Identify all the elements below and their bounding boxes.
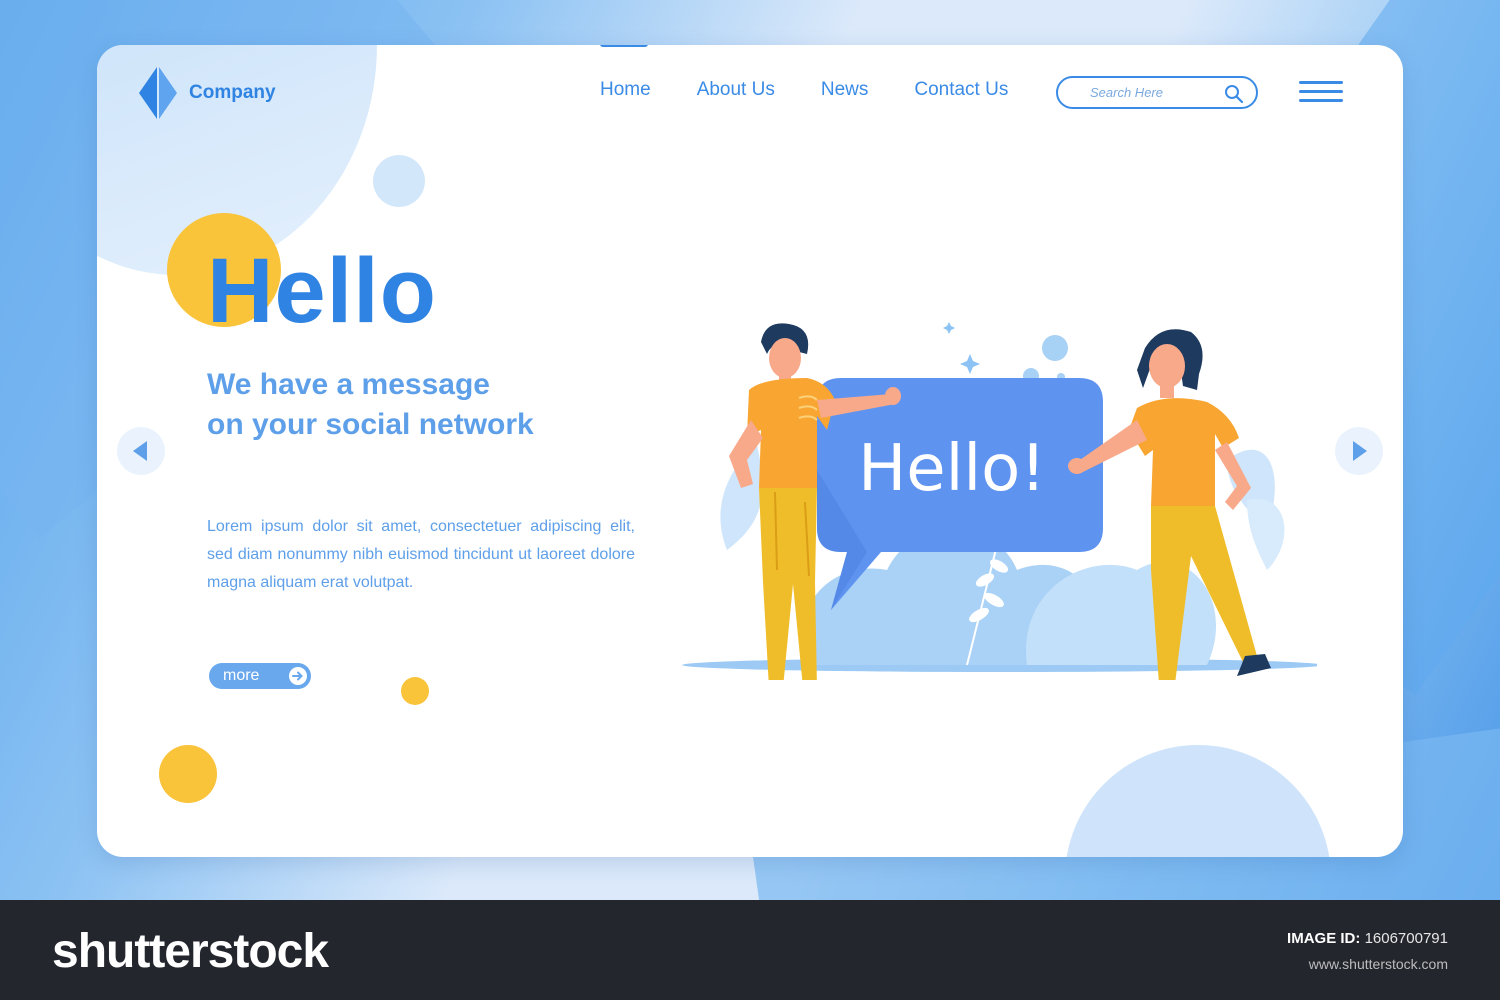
hero-subtitle-line: on your social network [207,408,534,441]
search-input[interactable] [1090,85,1210,100]
company-logo[interactable]: Company [137,67,276,119]
more-button[interactable]: more [209,663,311,689]
decorative-circle [159,745,217,803]
more-button-label: more [223,667,260,684]
main-nav: Home About Us News Contact Us [600,45,1008,101]
nav-home[interactable]: Home [600,79,651,101]
hero-body-text: Lorem ipsum dolor sit amet, consectetuer… [207,518,635,591]
nav-contact-us[interactable]: Contact Us [914,79,1008,101]
footer-bar: shutterstock IMAGE ID: 1606700791 www.sh… [0,900,1500,1000]
search-icon[interactable] [1224,84,1244,104]
speech-bubble-text: Hello! [858,432,1046,506]
logo-mark-icon [137,67,179,119]
nav-news[interactable]: News [821,79,869,101]
active-nav-indicator [600,45,648,47]
decorative-bubble [1042,335,1068,361]
chevron-right-icon [1353,441,1367,461]
sparkle [943,322,955,334]
search-box [1056,76,1258,109]
footer-brand[interactable]: shutterstock [52,924,329,979]
image-id-value: 1606700791 [1364,930,1448,947]
decorative-blob [1065,745,1331,857]
hero-title: Hello [207,240,437,342]
footer-site-url[interactable]: www.shutterstock.com [1309,956,1448,972]
sparkle [960,354,980,374]
image-id-label: IMAGE ID: [1287,930,1361,947]
hero-illustration: Hello! [682,322,1317,680]
landing-page-card: Company Home About Us News Contact Us He… [97,45,1403,857]
page-background: Company Home About Us News Contact Us He… [0,0,1500,900]
nav-about-us[interactable]: About Us [697,79,775,101]
chevron-left-icon [133,441,147,461]
foliage [1247,498,1285,570]
decorative-circle [373,155,425,207]
hero-section: Hello We have a message on your social n… [167,213,635,597]
company-name: Company [189,82,276,103]
hero-subtitle-line: We have a message [207,368,490,401]
carousel-next-button[interactable] [1335,427,1383,475]
hamburger-menu-icon[interactable] [1299,81,1343,105]
image-id: IMAGE ID: 1606700791 [1287,930,1448,947]
carousel-prev-button[interactable] [117,427,165,475]
arrow-right-icon [289,667,307,685]
decorative-circle [401,677,429,705]
hero-subtitle: We have a message on your social network [207,365,627,445]
